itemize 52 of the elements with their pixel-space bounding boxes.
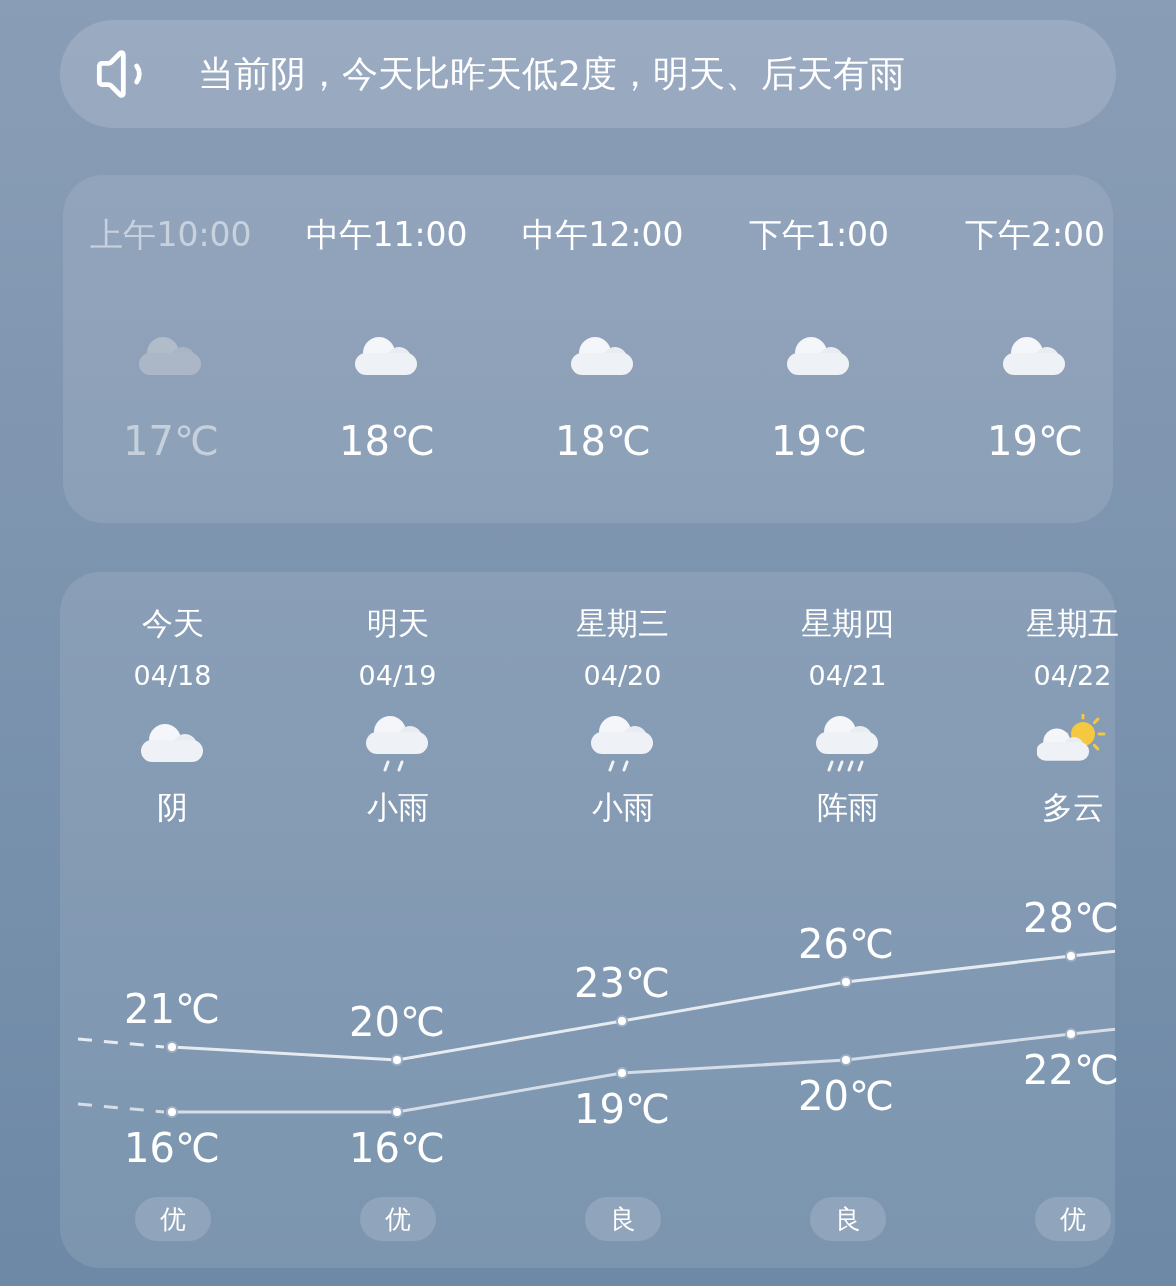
hour-label: 上午10:00 [90, 215, 252, 255]
hour-temperature: 19℃ [771, 417, 867, 465]
day-condition: 多云 [1041, 788, 1104, 827]
day-condition: 小雨 [366, 788, 429, 827]
hour-label: 中午12:00 [522, 215, 684, 255]
day-name: 星期四 [801, 604, 894, 643]
data-point [166, 1041, 178, 1053]
temperature-label: 28℃ [1023, 895, 1119, 941]
temperature-label: 20℃ [349, 999, 445, 1045]
temperature-label: 16℃ [124, 1125, 220, 1171]
hour-temperature: 18℃ [339, 417, 435, 465]
temperature-label: 26℃ [798, 921, 894, 967]
data-point [1065, 1028, 1077, 1040]
day-name: 明天 [366, 604, 429, 643]
data-point [616, 1015, 628, 1027]
data-point [391, 1054, 403, 1066]
announcement-bar[interactable]: 当前阴，今天比昨天低2度，明天、后天有雨 [60, 20, 1116, 128]
air-quality-badge: 良 [584, 1197, 661, 1241]
hour-label: 下午2:00 [964, 215, 1106, 255]
weather-summary: 当前阴，今天比昨天低2度，明天、后天有雨 [198, 52, 905, 96]
day-date: 04/20 [583, 659, 662, 693]
data-point [1065, 950, 1077, 962]
data-point [391, 1106, 403, 1118]
day-condition: 阴 [157, 788, 188, 827]
day-name: 星期五 [1026, 604, 1119, 643]
day-condition: 小雨 [591, 788, 654, 827]
data-point [840, 1054, 852, 1066]
day-date: 04/22 [1033, 659, 1112, 693]
day-condition: 阵雨 [816, 788, 879, 827]
day-date: 04/21 [808, 659, 887, 693]
hour-label: 中午11:00 [306, 215, 468, 255]
day-date: 04/19 [358, 659, 437, 693]
temperature-label: 19℃ [574, 1086, 670, 1132]
hour-temperature: 18℃ [555, 417, 651, 465]
data-point [840, 976, 852, 988]
air-quality-badge: 优 [1034, 1197, 1111, 1241]
air-quality-badge: 优 [134, 1197, 211, 1241]
temperature-label: 16℃ [349, 1125, 445, 1171]
data-point [166, 1106, 178, 1118]
day-date: 04/18 [133, 659, 212, 693]
hour-temperature: 17℃ [123, 417, 219, 465]
temperature-label: 22℃ [1023, 1047, 1119, 1093]
temperature-label: 21℃ [124, 986, 220, 1032]
temperature-label: 20℃ [798, 1073, 894, 1119]
day-name: 星期三 [576, 604, 669, 643]
air-quality-badge: 良 [809, 1197, 886, 1241]
air-quality-badge: 优 [359, 1197, 436, 1241]
hour-temperature: 19℃ [987, 417, 1083, 465]
temperature-label: 23℃ [574, 960, 670, 1006]
hour-label: 下午1:00 [748, 215, 890, 255]
day-name: 今天 [141, 604, 204, 643]
data-point [616, 1067, 628, 1079]
